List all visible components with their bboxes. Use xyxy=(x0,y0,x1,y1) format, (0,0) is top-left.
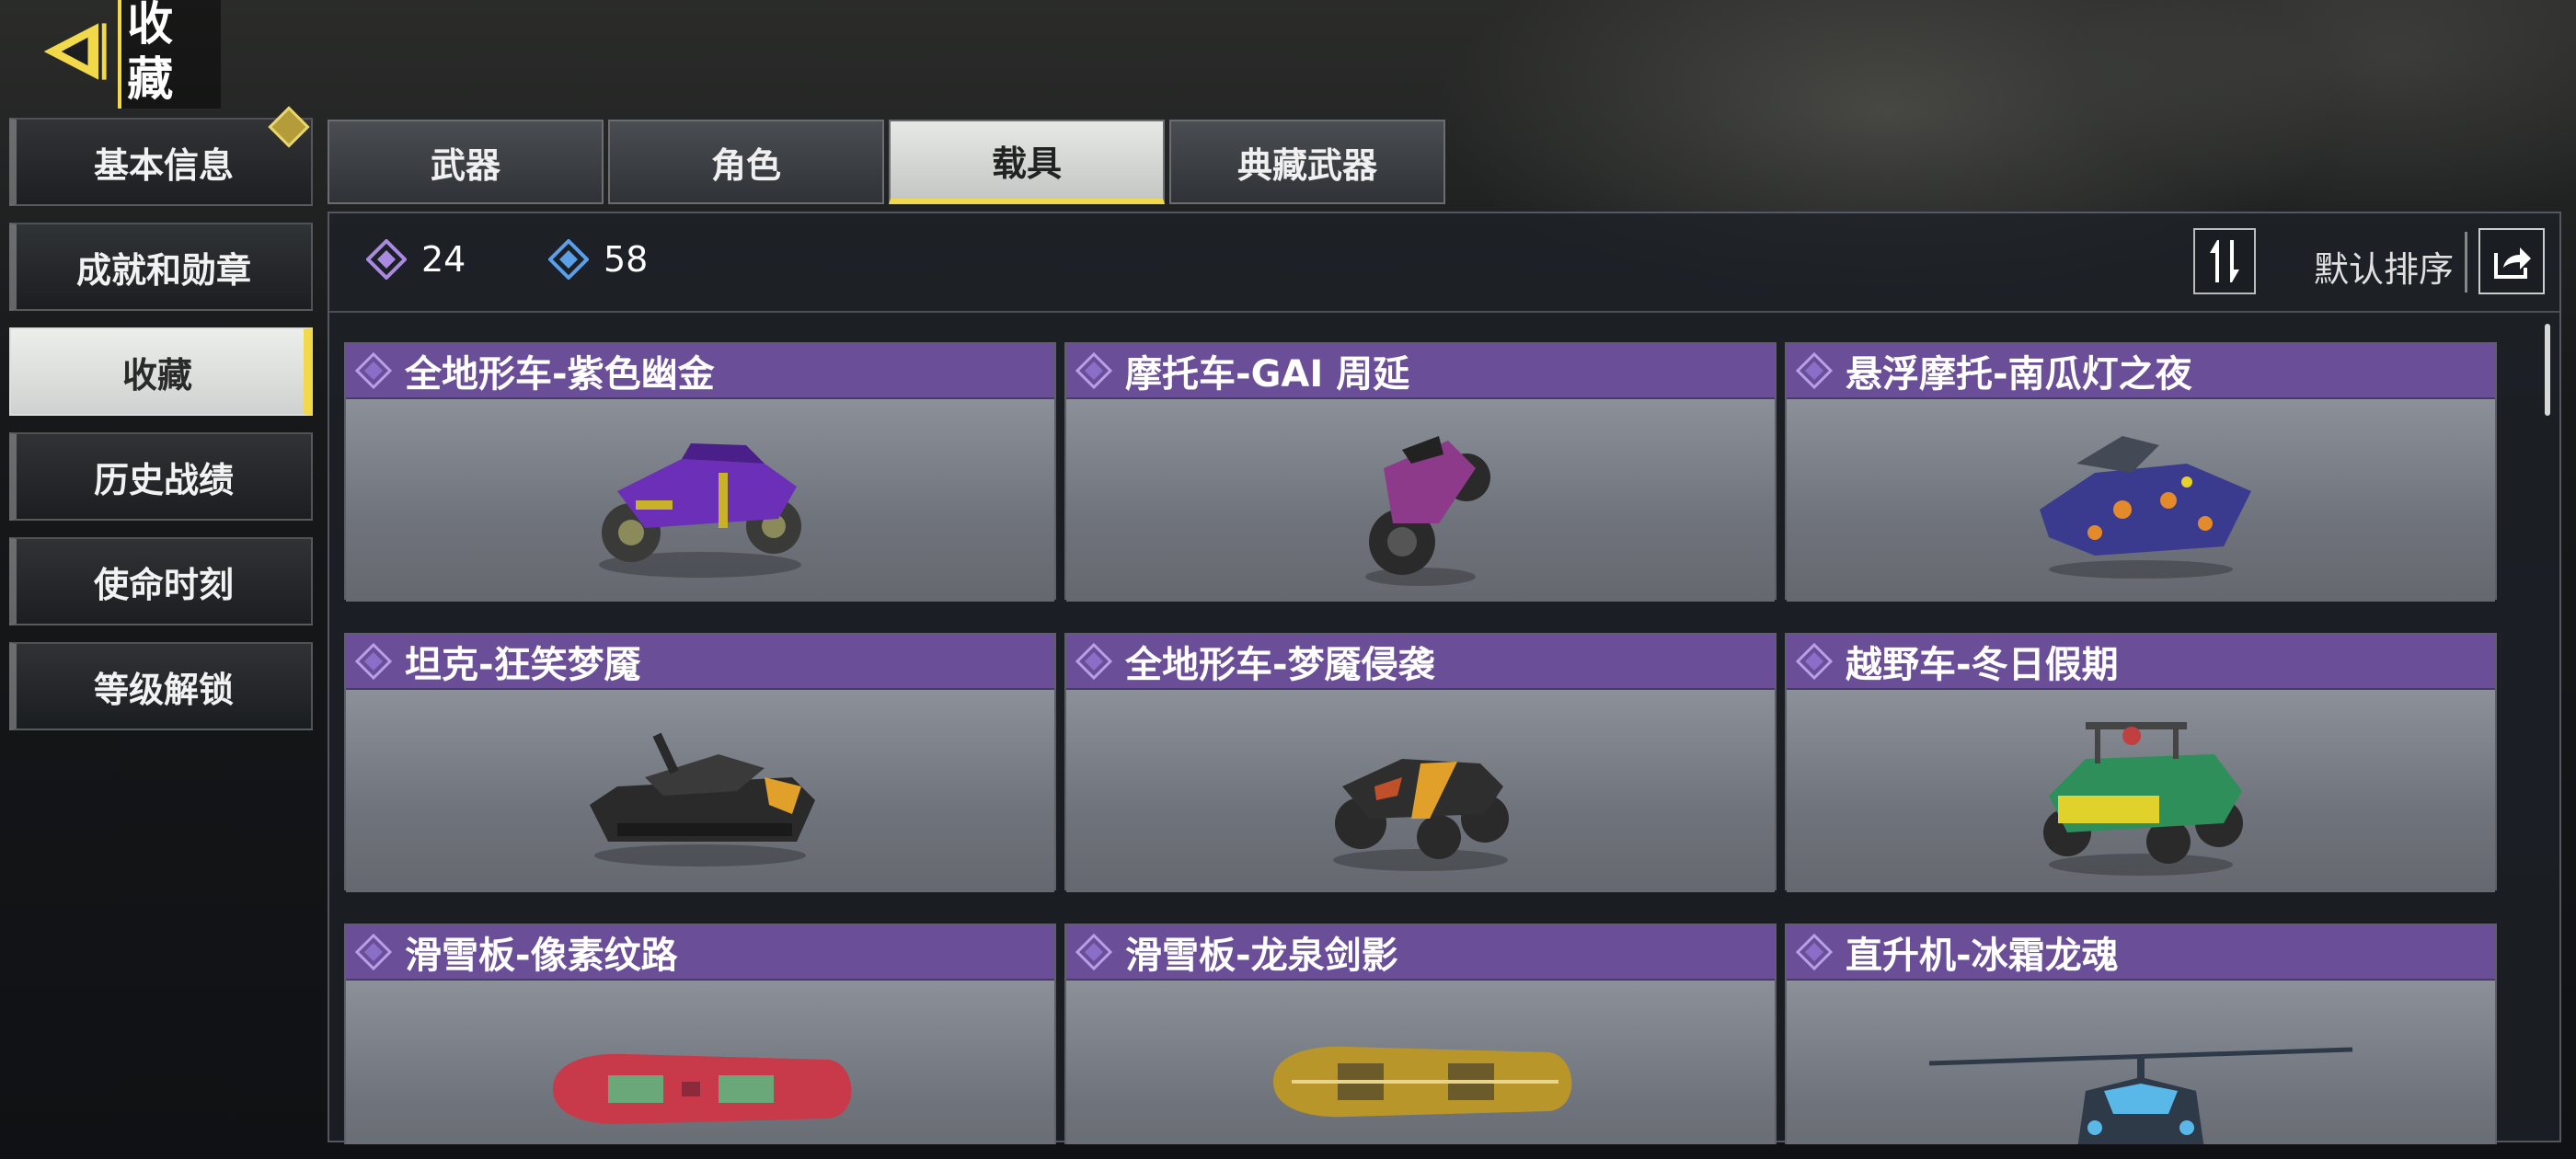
helicopter-image xyxy=(1928,1047,2353,1144)
rarity-gem-icon xyxy=(355,934,392,970)
motorcycle-image xyxy=(1365,436,1490,586)
rarity-gem-icon xyxy=(1796,643,1833,680)
vehicle-name: 滑雪板-龙泉剑影 xyxy=(1125,935,1398,977)
rarity-gem-icon xyxy=(355,643,392,680)
sidebar-item-moments[interactable]: 使命时刻 xyxy=(9,537,313,625)
vehicle-name: 悬浮摩托-南瓜灯之夜 xyxy=(1846,353,2192,396)
vehicle-card[interactable]: 摩托车-GAI 周延 xyxy=(1064,342,1777,602)
vehicle-preview xyxy=(1787,981,2495,1144)
tank-image xyxy=(590,732,815,866)
rarity-gem-icon xyxy=(1075,643,1112,680)
tab-characters[interactable]: 角色 xyxy=(608,120,884,204)
sidebar-item-label: 使命时刻 xyxy=(93,564,234,605)
card-header: 坦克-狂笑梦魇 xyxy=(346,635,1054,690)
vehicle-name: 滑雪板-像素纹路 xyxy=(405,935,678,977)
toolbar-divider xyxy=(2465,232,2467,293)
vehicle-grid: 全地形车-紫色幽金 摩托车-GAI 周延 悬浮摩托-南瓜灯之夜 坦克-狂笑梦魇 … xyxy=(344,342,2497,1144)
vehicle-card[interactable]: 全地形车-紫色幽金 xyxy=(344,342,1056,602)
card-header: 全地形车-梦魇侵袭 xyxy=(1066,635,1775,690)
sort-label[interactable]: 默认排序 xyxy=(2314,241,2454,292)
card-header: 摩托车-GAI 周延 xyxy=(1066,344,1775,399)
category-tabs: 武器 角色 载具 典藏武器 xyxy=(328,120,1450,204)
atv-image xyxy=(599,443,801,578)
card-header: 悬浮摩托-南瓜灯之夜 xyxy=(1787,344,2495,399)
sidebar-item-label: 等级解锁 xyxy=(93,669,234,710)
sidebar-item-label: 成就和勋章 xyxy=(75,249,251,291)
page-title: 收藏 xyxy=(118,0,221,109)
card-header: 越野车-冬日假期 xyxy=(1787,635,2495,690)
vehicle-name: 摩托车-GAI 周延 xyxy=(1125,353,1410,396)
blue-diamond-icon xyxy=(548,239,589,280)
vehicle-name: 直升机-冰霜龙魂 xyxy=(1846,935,2119,977)
rarity-gem-icon xyxy=(1796,934,1833,970)
vehicle-preview xyxy=(346,690,1054,892)
sidebar-item-history[interactable]: 历史战绩 xyxy=(9,432,313,521)
card-header: 滑雪板-像素纹路 xyxy=(346,925,1054,981)
rarity-gem-icon xyxy=(1075,352,1112,389)
back-button[interactable]: 收藏 xyxy=(37,0,221,109)
purple-rarity-count: 24 xyxy=(366,239,466,280)
sort-icon xyxy=(2210,240,2239,282)
vehicle-preview xyxy=(346,399,1054,602)
sidebar-item-label: 基本信息 xyxy=(93,144,234,186)
vehicle-name: 越野车-冬日假期 xyxy=(1846,644,2119,686)
sort-toggle-button[interactable] xyxy=(2193,228,2256,294)
buggy-image xyxy=(2043,722,2243,876)
vehicle-card[interactable]: 直升机-冰霜龙魂 xyxy=(1785,924,2497,1144)
vehicle-card[interactable]: 悬浮摩托-南瓜灯之夜 xyxy=(1785,342,2497,602)
purple-count-value: 24 xyxy=(421,239,466,280)
atv-image xyxy=(1333,759,1509,871)
share-icon xyxy=(2494,247,2531,279)
vehicle-preview xyxy=(1066,399,1775,602)
vehicle-card[interactable]: 全地形车-梦魇侵袭 xyxy=(1064,633,1777,892)
purple-diamond-icon xyxy=(366,239,407,280)
sidebar: 基本信息 成就和勋章 收藏 历史战绩 使命时刻 等级解锁 xyxy=(9,106,313,747)
rarity-gem-icon xyxy=(355,352,392,389)
collection-panel: 24 58 默认排序 全地形车-紫色幽金 摩托车-GAI 周延 悬浮摩托-南瓜灯… xyxy=(328,212,2561,1144)
snowboard-image xyxy=(1273,1046,1572,1118)
vehicle-preview xyxy=(1066,981,1775,1144)
card-header: 直升机-冰霜龙魂 xyxy=(1787,925,2495,981)
share-button[interactable] xyxy=(2478,228,2545,294)
new-badge-icon xyxy=(268,106,310,148)
vehicle-card[interactable]: 坦克-狂笑梦魇 xyxy=(344,633,1056,892)
vehicle-name: 全地形车-紫色幽金 xyxy=(405,353,715,396)
vehicle-name: 坦克-狂笑梦魇 xyxy=(405,644,641,686)
tab-vehicles[interactable]: 载具 xyxy=(889,120,1165,204)
vehicle-card[interactable]: 滑雪板-龙泉剑影 xyxy=(1064,924,1777,1144)
rarity-gem-icon xyxy=(1075,934,1112,970)
scrollbar[interactable] xyxy=(2545,324,2550,416)
hoverbike-image xyxy=(2040,436,2251,579)
sidebar-item-level-unlock[interactable]: 等级解锁 xyxy=(9,642,313,730)
sidebar-item-label: 历史战绩 xyxy=(93,459,234,500)
vehicle-preview xyxy=(346,981,1054,1144)
tab-weapons[interactable]: 武器 xyxy=(328,120,604,204)
sidebar-item-achievements[interactable]: 成就和勋章 xyxy=(9,223,313,311)
tab-legendary-weapons[interactable]: 典藏武器 xyxy=(1169,120,1445,204)
back-arrow-icon xyxy=(43,23,107,80)
vehicle-preview xyxy=(1787,690,2495,892)
sidebar-item-label: 收藏 xyxy=(121,354,192,396)
vehicle-name: 全地形车-梦魇侵袭 xyxy=(1125,644,1435,686)
card-header: 滑雪板-龙泉剑影 xyxy=(1066,925,1775,981)
card-header: 全地形车-紫色幽金 xyxy=(346,344,1054,399)
sidebar-item-basic-info[interactable]: 基本信息 xyxy=(9,106,313,206)
panel-toolbar: 24 58 默认排序 xyxy=(329,213,2559,313)
vehicle-card[interactable]: 越野车-冬日假期 xyxy=(1785,633,2497,892)
blue-count-value: 58 xyxy=(604,239,649,280)
sidebar-item-collection[interactable]: 收藏 xyxy=(9,327,313,416)
vehicle-preview xyxy=(1787,399,2495,602)
vehicle-preview xyxy=(1066,690,1775,892)
snowboard-image xyxy=(553,1053,852,1125)
vehicle-card[interactable]: 滑雪板-像素纹路 xyxy=(344,924,1056,1144)
blue-rarity-count: 58 xyxy=(548,239,648,280)
rarity-gem-icon xyxy=(1796,352,1833,389)
